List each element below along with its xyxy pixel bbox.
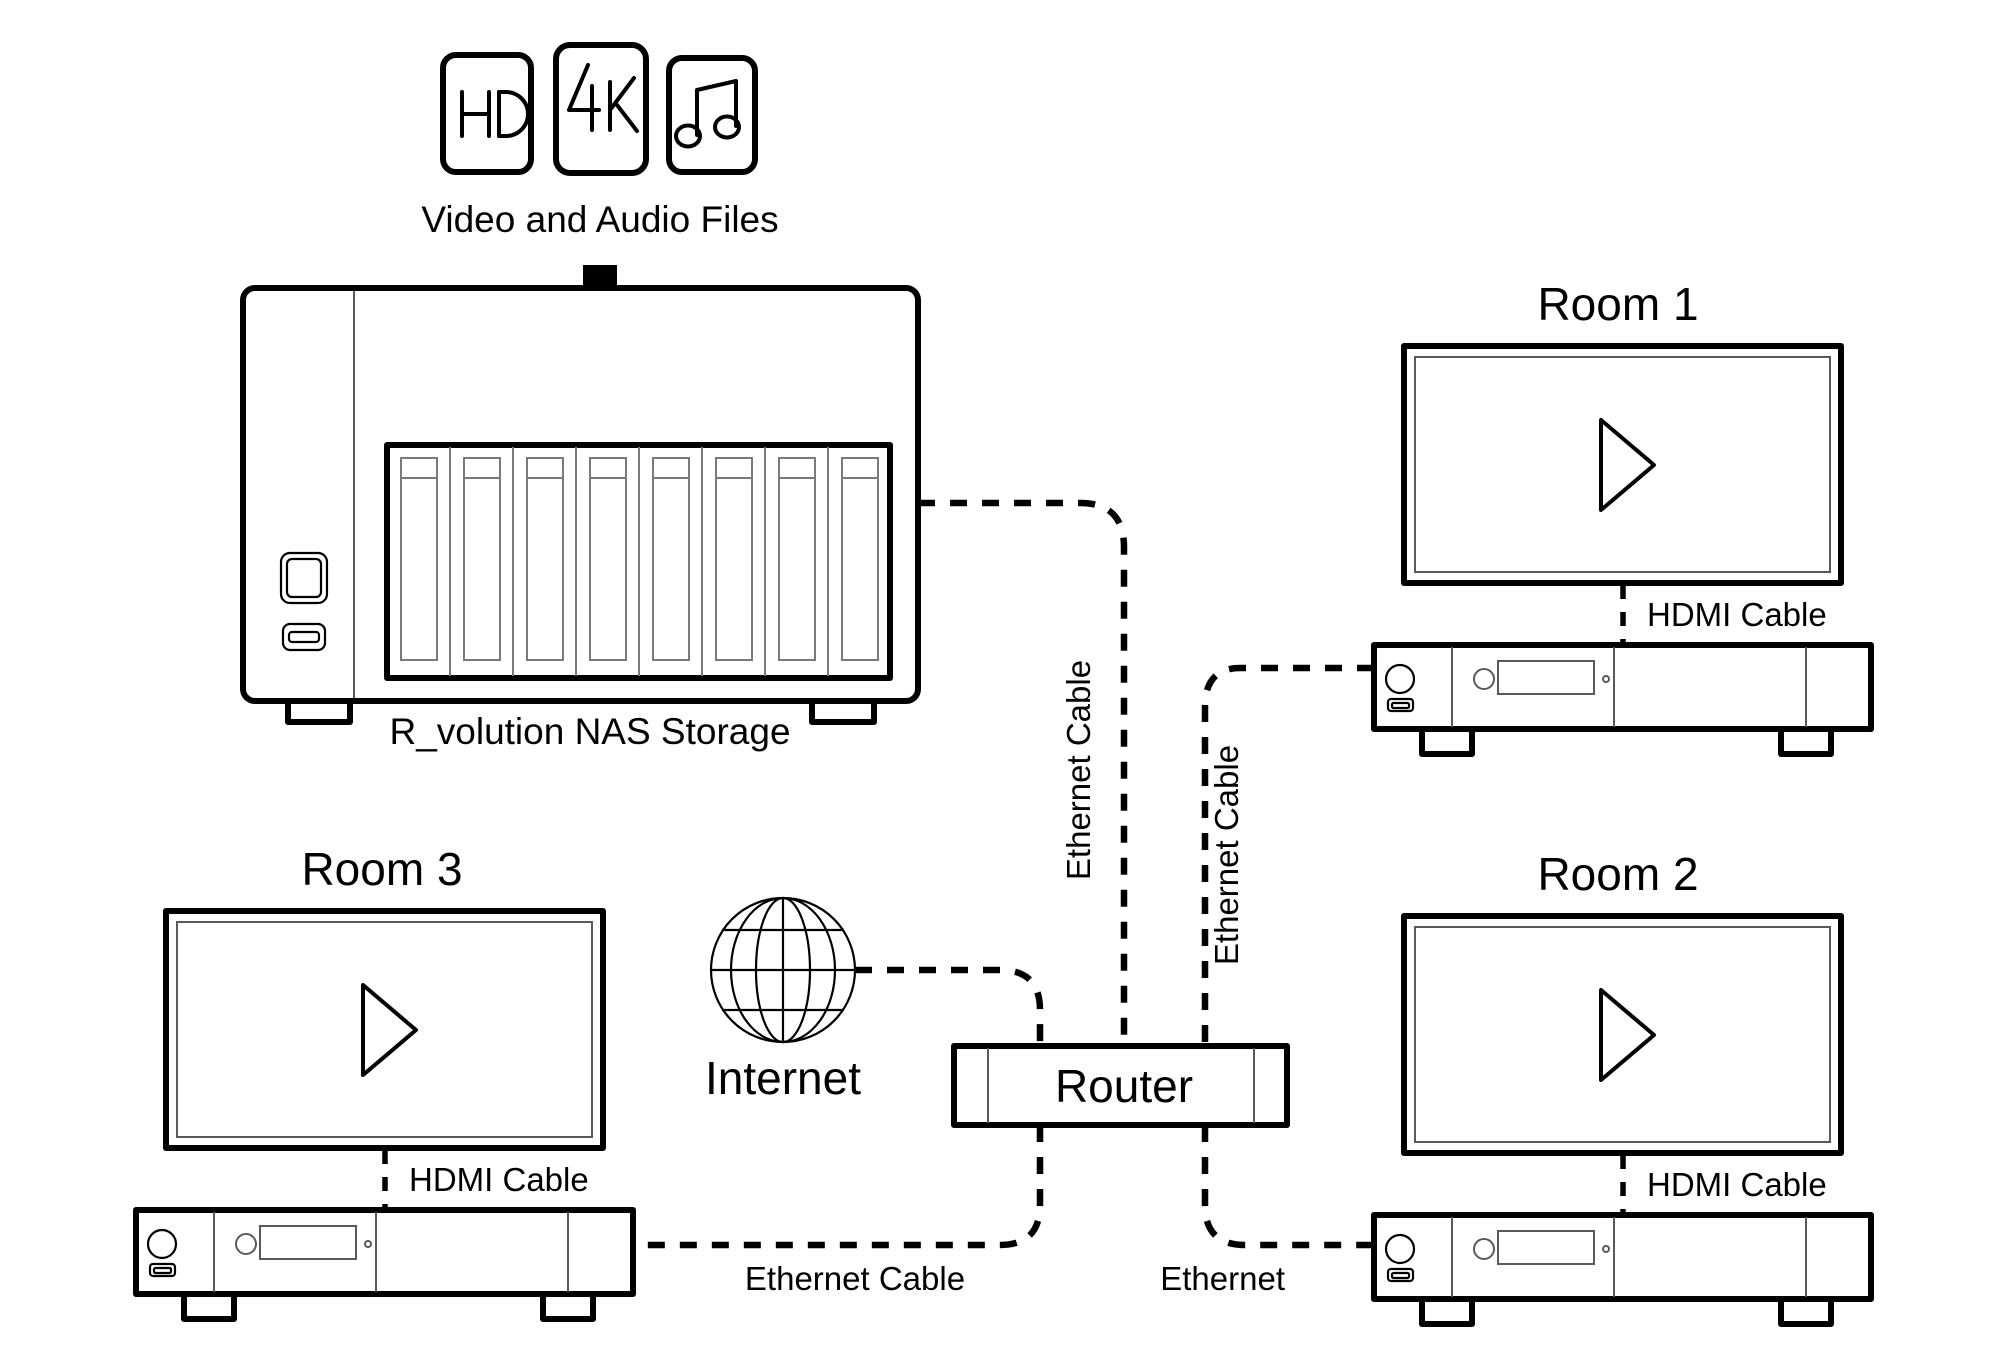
router-label: Router (1055, 1060, 1193, 1112)
router-to-room1-ethernet-label: Ethernet Cable (1208, 745, 1245, 965)
router-to-room2-ethernet-cable (1201, 1125, 1374, 1249)
internet-to-router-cable (855, 966, 1044, 1046)
room2-media-player (1371, 1212, 1874, 1327)
room1-hdmi-label: HDMI Cable (1647, 596, 1827, 633)
room3-tv (163, 908, 606, 1151)
room1-tv (1401, 343, 1844, 586)
network-diagram: Video and Audio Files R_volution NAS Sto… (133, 42, 1874, 1327)
router-to-room3-ethernet-cable (633, 1125, 1044, 1249)
file-badge-hd (440, 52, 534, 175)
nas-storage (240, 285, 921, 725)
video-audio-files-label: Video and Audio Files (421, 199, 778, 240)
room2-tv (1401, 913, 1844, 1156)
room1-media-player (1371, 642, 1874, 757)
router-to-room3-ethernet-label: Ethernet Cable (745, 1260, 965, 1297)
room2-hdmi-label: HDMI Cable (1647, 1166, 1827, 1203)
internet-globe-icon (709, 896, 857, 1044)
file-badge-4k (553, 42, 649, 176)
room3-media-player (133, 1207, 636, 1322)
diagram-canvas: Video and Audio Files R_volution NAS Sto… (0, 0, 2000, 1350)
room3-hdmi-label: HDMI Cable (409, 1161, 589, 1198)
router-to-room2-ethernet-label: Ethernet (1160, 1260, 1285, 1297)
nas-to-router-ethernet-label: Ethernet Cable (1060, 660, 1097, 880)
nas-drive-bays (384, 442, 893, 681)
internet-label: Internet (705, 1052, 861, 1104)
nas-storage-label: R_volution NAS Storage (389, 711, 790, 752)
room3-title: Room 3 (301, 843, 462, 895)
file-badge-audio (666, 55, 758, 175)
room2-title: Room 2 (1537, 848, 1698, 900)
room1-title: Room 1 (1537, 278, 1698, 330)
